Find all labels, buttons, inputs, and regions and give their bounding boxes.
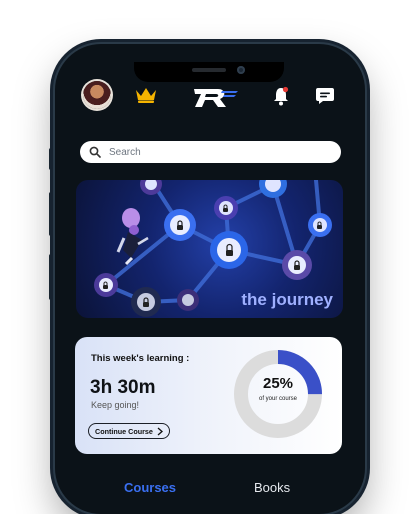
phone-camera (237, 66, 245, 74)
progress-percent: 25% (262, 375, 294, 392)
banner-title: the journey (241, 290, 333, 309)
phone-side-button-power (365, 208, 369, 274)
journey-banner[interactable]: the journey (76, 180, 343, 318)
phone-speaker (192, 68, 226, 72)
continue-course-label: Continue Course (95, 426, 153, 436)
weekly-learning-card: This week's learning : 3h 30m Keep going… (75, 337, 342, 454)
user-avatar[interactable] (83, 81, 111, 109)
progress-caption: of your course (258, 396, 298, 402)
search-bar[interactable] (80, 141, 341, 163)
weekly-learning-subtitle: Keep going! (91, 400, 140, 410)
search-input[interactable] (107, 145, 321, 159)
phone-side-button-volume-up (49, 192, 53, 236)
continue-course-button[interactable]: Continue Course (88, 423, 170, 439)
phone-side-button-volume-down (49, 254, 53, 300)
app-logo (194, 89, 238, 107)
search-icon (89, 146, 101, 158)
chevron-right-icon (157, 427, 163, 436)
weekly-learning-time: 3h 30m (90, 377, 156, 398)
chat-bubble-icon[interactable] (315, 86, 335, 106)
bell-icon[interactable] (272, 86, 290, 106)
phone-side-button-mute (49, 148, 53, 170)
crown-icon[interactable] (134, 86, 158, 104)
course-progress-ring (234, 350, 322, 438)
phone-notch (134, 62, 284, 82)
weekly-learning-label: This week's learning : (91, 353, 190, 364)
